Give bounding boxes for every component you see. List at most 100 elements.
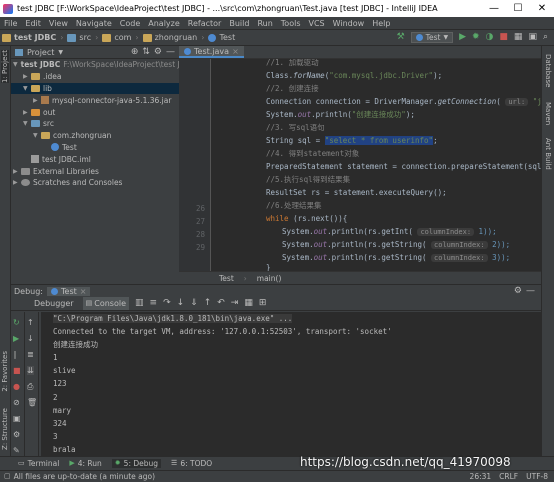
settings-gear-icon[interactable]: ⚙ — [13, 430, 20, 439]
terminal-tool-button[interactable]: ▭ Terminal — [18, 459, 59, 468]
debug-session-tab[interactable]: Test × — [47, 286, 91, 296]
view-breakpoints-icon[interactable]: ● — [13, 382, 20, 391]
clear-all-icon[interactable]: 🗑 — [27, 398, 37, 407]
expand-arrow-icon[interactable]: ▼ — [33, 132, 41, 139]
tab-debugger[interactable]: Debugger — [31, 297, 77, 310]
menu-vcs[interactable]: VCS — [305, 19, 329, 28]
collapse-all-icon[interactable]: ⇅ — [142, 47, 150, 57]
search-everywhere-icon[interactable]: ⌕ — [543, 33, 548, 42]
menu-build[interactable]: Build — [225, 19, 253, 28]
console-output[interactable]: "C:\Program Files\Java\jdk1.8.0_181\bin\… — [41, 312, 541, 457]
maximize-button[interactable]: ☐ — [506, 3, 530, 14]
breadcrumb-test[interactable]: Test — [206, 33, 237, 42]
status-panel-icon[interactable]: ▢ — [4, 472, 11, 481]
up-arrow-icon[interactable]: ↑ — [27, 318, 34, 327]
run-icon[interactable]: ▶ — [459, 33, 466, 42]
database-tool-tab[interactable]: Database — [544, 54, 552, 87]
pause-icon[interactable]: ∥ — [13, 350, 17, 359]
debug-icon[interactable]: ✹ — [472, 33, 480, 42]
project-view-select[interactable]: Project — [27, 48, 54, 57]
step-out-icon[interactable]: ↑ — [204, 299, 212, 308]
coverage-icon[interactable]: ◑ — [486, 33, 494, 42]
tab-test-java[interactable]: Test.java × — [179, 46, 244, 58]
menu-navigate[interactable]: Navigate — [72, 19, 116, 28]
get-thread-dump-icon[interactable]: ▣ — [13, 414, 21, 423]
menu-refactor[interactable]: Refactor — [184, 19, 226, 28]
menu-file[interactable]: File — [0, 19, 21, 28]
tree-item-package[interactable]: ▼ com.zhongruan — [11, 130, 179, 142]
settings-gear-icon[interactable]: ⚙ — [514, 286, 522, 296]
down-arrow-icon[interactable]: ↓ — [27, 334, 34, 343]
tree-item-idea[interactable]: ▶ .idea — [11, 71, 179, 83]
expand-arrow-icon[interactable]: ▼ — [23, 85, 31, 92]
step-over-icon[interactable]: ↷ — [163, 299, 171, 308]
expand-arrow-icon[interactable]: ▶ — [13, 168, 21, 175]
menu-run[interactable]: Run — [253, 19, 276, 28]
chevron-down-icon[interactable]: ▼ — [58, 48, 63, 57]
tab-console[interactable]: ▤ Console — [82, 297, 129, 310]
run-tool-button[interactable]: ▶ 4: Run — [69, 459, 101, 468]
tree-item-iml[interactable]: test JDBC.iml — [11, 153, 179, 165]
tree-item-test-jdbc[interactable]: ▼ test JDBC F:\WorkSpace\IdeaProject\tes… — [11, 59, 196, 71]
tree-item-lib[interactable]: ▼ lib — [11, 82, 179, 95]
step-into-icon[interactable]: ↓ — [177, 299, 185, 308]
sdk-icon[interactable]: ▣ — [528, 33, 537, 42]
resume-icon[interactable]: ▶ — [13, 334, 19, 343]
code-area[interactable]: //1. 加载驱动 Class.forName("com.mysql.jdbc.… — [216, 59, 541, 271]
menu-analyze[interactable]: Analyze — [144, 19, 184, 28]
caret-position[interactable]: 26:31 — [470, 472, 492, 481]
tree-item-mysql-jar[interactable]: ▶ mysql-connector-java-5.1.36.jar — [11, 94, 179, 106]
hide-panel-icon[interactable]: — — [166, 47, 179, 57]
menu-window[interactable]: Window — [329, 19, 369, 28]
rerun-icon[interactable]: ↻ — [13, 318, 20, 327]
expand-arrow-icon[interactable]: ▶ — [23, 73, 31, 80]
hide-panel-icon[interactable]: — — [526, 286, 541, 296]
show-execution-point-icon[interactable]: ≡ — [150, 299, 158, 308]
menu-view[interactable]: View — [45, 19, 72, 28]
tree-item-scratches[interactable]: ▶ Scratches and Consoles — [11, 177, 179, 189]
build-hammer-icon[interactable]: ⚒ — [397, 33, 405, 42]
breadcrumb-project[interactable]: test JDBC › — [0, 33, 65, 42]
minimize-button[interactable]: — — [482, 3, 506, 14]
layout-icon[interactable]: ▥ — [135, 299, 144, 308]
structure-tool-tab[interactable]: Z: Structure — [1, 408, 9, 450]
breadcrumb-src[interactable]: src › — [65, 33, 100, 42]
menu-tools[interactable]: Tools — [277, 19, 305, 28]
close-tab-icon[interactable]: × — [80, 287, 87, 296]
close-tab-icon[interactable]: × — [232, 47, 239, 56]
close-button[interactable]: ✕ — [530, 3, 554, 14]
file-encoding[interactable]: UTF-8 — [526, 472, 548, 481]
expand-arrow-icon[interactable]: ▼ — [13, 61, 18, 68]
expand-arrow-icon[interactable]: ▼ — [23, 120, 31, 127]
todo-tool-button[interactable]: ☰ 6: TODO — [171, 459, 212, 468]
force-step-into-icon[interactable]: ⇓ — [190, 299, 198, 308]
tree-item-out[interactable]: ▶ out — [11, 106, 179, 118]
project-tool-tab[interactable]: 1: Project — [1, 50, 9, 83]
breadcrumb-com[interactable]: com › — [100, 33, 140, 42]
tree-item-test-class[interactable]: Test — [11, 142, 179, 154]
drop-frame-icon[interactable]: ↶ — [217, 299, 225, 308]
debug-tool-button[interactable]: ✹ 5: Debug — [111, 459, 162, 468]
trace-icon[interactable]: ⊞ — [259, 299, 267, 308]
ant-build-tool-tab[interactable]: Ant Build — [544, 138, 552, 170]
evaluate-icon[interactable]: ▦ — [244, 299, 253, 308]
stop-icon[interactable]: ■ — [499, 33, 508, 42]
tree-item-external-libraries[interactable]: ▶ External Libraries — [11, 165, 179, 177]
expand-arrow-icon[interactable]: ▶ — [33, 97, 41, 104]
menu-code[interactable]: Code — [116, 19, 144, 28]
menu-edit[interactable]: Edit — [21, 19, 45, 28]
breadcrumb-method[interactable]: main() — [257, 274, 282, 283]
mute-breakpoints-icon[interactable]: ⊘ — [13, 398, 20, 407]
favorites-tool-tab[interactable]: 2: Favorites — [1, 351, 9, 392]
locate-file-icon[interactable]: ⊕ — [131, 47, 139, 57]
tree-item-src[interactable]: ▼ src — [11, 118, 179, 130]
print-icon[interactable]: ⎙ — [27, 382, 33, 391]
scroll-to-end-icon[interactable]: ⇊ — [27, 366, 34, 375]
expand-arrow-icon[interactable]: ▶ — [23, 109, 31, 116]
settings-gear-icon[interactable]: ⚙ — [154, 47, 162, 57]
menu-help[interactable]: Help — [368, 19, 394, 28]
run-config-select[interactable]: Test ▼ — [410, 32, 454, 43]
breadcrumb-class[interactable]: Test — [219, 274, 234, 283]
soft-wrap-icon[interactable]: ≣ — [27, 350, 34, 359]
expand-arrow-icon[interactable]: ▶ — [13, 179, 21, 186]
